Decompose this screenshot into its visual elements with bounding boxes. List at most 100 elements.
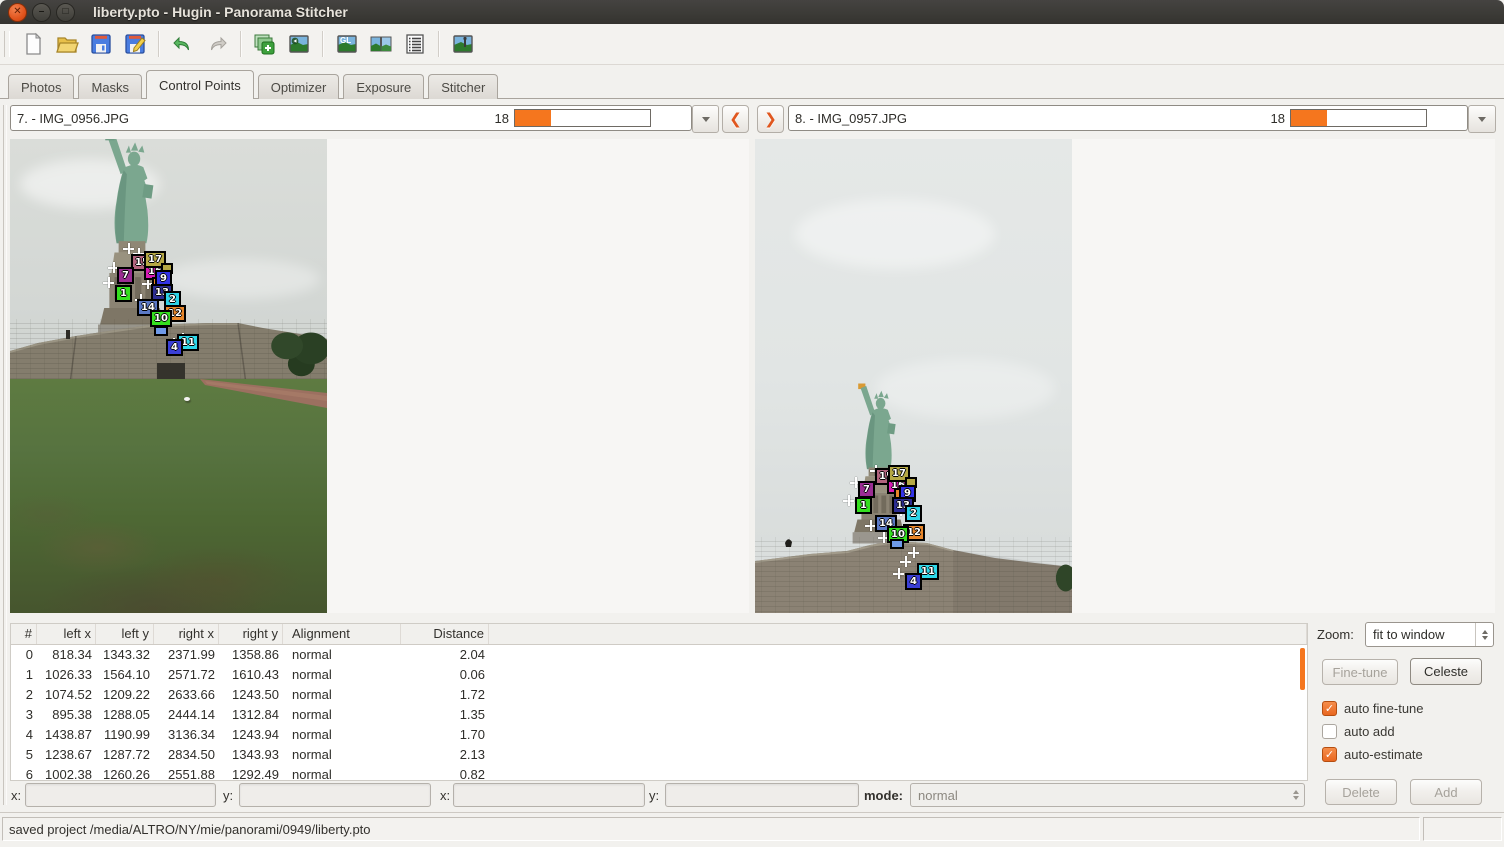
tab-control-points[interactable]: Control Points xyxy=(146,70,254,99)
preview-window-button[interactable] xyxy=(448,29,478,59)
left-photo[interactable]: 151617791132141210114 xyxy=(10,139,327,613)
tab-exposure[interactable]: Exposure xyxy=(343,74,424,101)
show-control-point-table-button[interactable] xyxy=(400,29,430,59)
right-image-combo[interactable]: 8. - IMG_0957.JPG 18 xyxy=(788,105,1468,131)
minimize-button[interactable]: – xyxy=(32,3,51,22)
cell: 1610.43 xyxy=(219,665,283,685)
cell: 1.72 xyxy=(401,685,489,705)
zoom-value: fit to window xyxy=(1366,627,1475,642)
table-row[interactable]: 0818.341343.322371.991358.86normal2.04 xyxy=(11,645,1307,665)
table-row[interactable]: 21074.521209.222633.661243.50normal1.72 xyxy=(11,685,1307,705)
checkbox-unchecked-icon[interactable] xyxy=(1322,724,1337,739)
prev-pair-button[interactable]: ❮ xyxy=(722,105,749,133)
right-image-name: 8. - IMG_0957.JPG xyxy=(795,111,907,126)
scrollbar-thumb[interactable] xyxy=(1300,648,1305,690)
left-cp-progress xyxy=(514,109,651,127)
cell: normal xyxy=(283,685,401,705)
gl-preview-button[interactable]: GL xyxy=(332,29,362,59)
column-header-Distance[interactable]: Distance xyxy=(401,624,489,644)
table-row[interactable]: 51238.671287.722834.501343.93normal2.13 xyxy=(11,745,1307,765)
mode-label: mode: xyxy=(864,788,903,803)
celeste-button[interactable]: Celeste xyxy=(1410,658,1482,685)
cell: 1002.38 xyxy=(37,765,96,781)
left-y-input[interactable] xyxy=(239,783,431,807)
right-x-input[interactable] xyxy=(453,783,645,807)
checkbox-auto-estimate[interactable]: ✓auto-estimate xyxy=(1322,746,1423,763)
checkbox-checked-icon[interactable]: ✓ xyxy=(1322,747,1337,762)
open-project-button[interactable] xyxy=(52,29,82,59)
control-point-table[interactable]: #left xleft yright xright yAlignmentDist… xyxy=(10,623,1308,781)
tab-bar: PhotosMasksControl PointsOptimizerExposu… xyxy=(0,64,1504,99)
column-header-right-x[interactable]: right x xyxy=(154,624,219,644)
spinner-icon[interactable] xyxy=(1287,784,1304,806)
control-point-marker-4[interactable]: 4 xyxy=(905,573,922,590)
tab-photos[interactable]: Photos xyxy=(8,74,74,101)
right-photo-pane[interactable]: 151617791132141210114 xyxy=(755,139,1495,613)
tab-optimizer[interactable]: Optimizer xyxy=(258,74,340,101)
right-y-input[interactable] xyxy=(665,783,859,807)
table-header[interactable]: #left xleft yright xright yAlignmentDist… xyxy=(11,624,1307,645)
control-point-marker-1[interactable]: 1 xyxy=(855,497,872,514)
table-row[interactable]: 61002.381260.262551.881292.49normal0.82 xyxy=(11,765,1307,781)
toolbar-grip[interactable] xyxy=(4,31,10,57)
redo-button[interactable] xyxy=(202,29,232,59)
add-images-button[interactable] xyxy=(250,29,280,59)
table-row[interactable]: 41438.871190.993136.341243.94normal1.70 xyxy=(11,725,1307,745)
column-header-right-y[interactable]: right y xyxy=(219,624,283,644)
control-point-marker-7[interactable]: 7 xyxy=(117,267,134,284)
column-header-#[interactable]: # xyxy=(11,624,37,644)
cell: 2.13 xyxy=(401,745,489,765)
spinner-icon[interactable] xyxy=(1475,623,1493,646)
control-point-marker-7[interactable]: 7 xyxy=(858,481,875,498)
table-scrollbar[interactable] xyxy=(1300,646,1305,778)
control-point-marker-1[interactable]: 1 xyxy=(115,285,132,302)
add-button[interactable]: Add xyxy=(1410,779,1482,805)
table-row[interactable]: 3895.381288.052444.141312.84normal1.35 xyxy=(11,705,1307,725)
checkbox-checked-icon[interactable]: ✓ xyxy=(1322,701,1337,716)
checkbox-auto-fine-tune[interactable]: ✓ auto fine-tune xyxy=(1322,700,1424,717)
column-header-left-x[interactable]: left x xyxy=(37,624,96,644)
zoom-label: Zoom: xyxy=(1317,627,1354,642)
cell: 2571.72 xyxy=(154,665,219,685)
maximize-button[interactable]: □ xyxy=(56,3,75,22)
save-project-button[interactable] xyxy=(86,29,116,59)
cell: 2 xyxy=(11,685,37,705)
cell: normal xyxy=(283,705,401,725)
table-row[interactable]: 11026.331564.102571.721610.43normal0.06 xyxy=(11,665,1307,685)
undo-button[interactable] xyxy=(168,29,198,59)
column-header-Alignment[interactable]: Alignment xyxy=(283,624,401,644)
left-image-dropdown-button[interactable] xyxy=(692,105,719,133)
save-project-as-icon xyxy=(123,32,147,56)
next-pair-button[interactable]: ❯ xyxy=(757,105,784,133)
control-point-marker-partial[interactable] xyxy=(890,539,904,549)
left-x-input[interactable] xyxy=(25,783,216,807)
cell: 0.06 xyxy=(401,665,489,685)
chevron-down-icon xyxy=(1478,117,1486,122)
toolbar-separator xyxy=(438,31,440,57)
tab-masks[interactable]: Masks xyxy=(78,74,142,101)
control-point-marker-4[interactable]: 4 xyxy=(166,339,183,356)
re-optimize-button[interactable] xyxy=(284,29,314,59)
title-bar: ✕ – □ liberty.pto - Hugin - Panorama Sti… xyxy=(0,0,1504,24)
tab-stitcher[interactable]: Stitcher xyxy=(428,74,498,101)
mode-select[interactable]: normal xyxy=(910,783,1305,807)
fine-tune-button[interactable]: Fine-tune xyxy=(1322,659,1398,685)
undo-icon xyxy=(171,32,195,56)
delete-button[interactable]: Delete xyxy=(1325,779,1397,805)
left-photo-pane[interactable]: 151617791132141210114 xyxy=(10,139,749,613)
cell: 0 xyxy=(11,645,37,665)
column-header-left-y[interactable]: left y xyxy=(96,624,154,644)
right-photo[interactable]: 151617791132141210114 xyxy=(755,139,1072,613)
zoom-select[interactable]: fit to window xyxy=(1365,622,1494,647)
left-image-combo[interactable]: 7. - IMG_0956.JPG 18 xyxy=(10,105,692,131)
preview-panorama-button[interactable] xyxy=(366,29,396,59)
control-point-marker-2[interactable]: 2 xyxy=(905,505,922,522)
checkbox-label: auto fine-tune xyxy=(1344,701,1424,716)
new-project-button[interactable] xyxy=(18,29,48,59)
control-point-marker-10[interactable]: 10 xyxy=(150,310,172,327)
control-point-marker-partial[interactable] xyxy=(154,326,168,336)
checkbox-auto-add[interactable]: auto add xyxy=(1322,723,1395,740)
close-button[interactable]: ✕ xyxy=(8,3,27,22)
right-image-dropdown-button[interactable] xyxy=(1468,105,1496,133)
save-project-as-button[interactable] xyxy=(120,29,150,59)
